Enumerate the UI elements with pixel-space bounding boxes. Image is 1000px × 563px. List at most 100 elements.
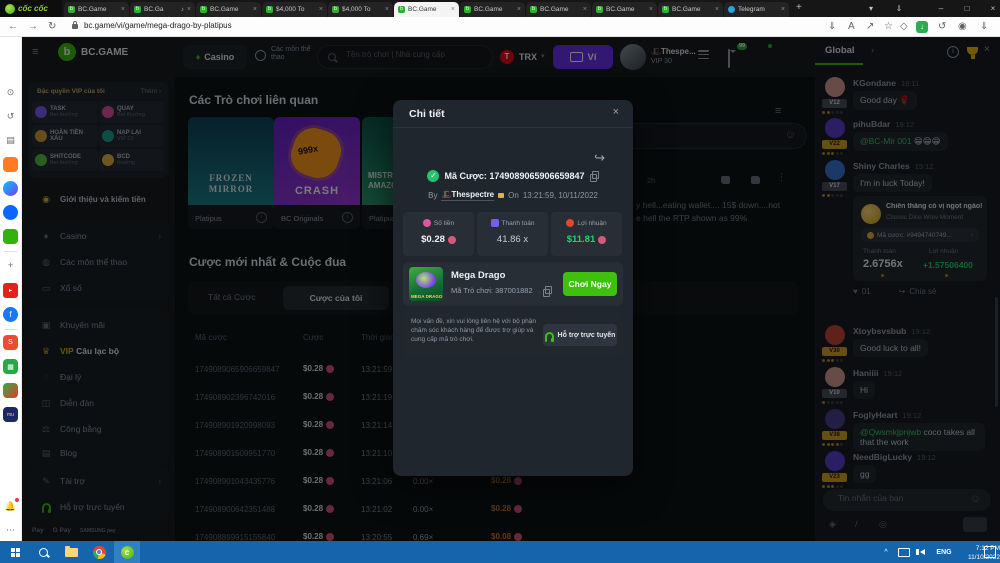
bet-author-row: By 🎩Thespectre On 13:21:59, 10/11/2022 — [393, 190, 633, 201]
modal-title: Chi tiết — [409, 108, 445, 120]
browser-tab[interactable]: bBC.Game× — [460, 2, 525, 17]
stat-amount: Số tiền $0.28 — [403, 212, 474, 256]
back-icon[interactable]: ← — [8, 20, 18, 34]
copy-icon[interactable] — [590, 171, 599, 181]
browser-tab[interactable]: bBC.Game× — [64, 2, 129, 17]
more-ellipsis-icon[interactable]: ⋯ — [3, 523, 18, 538]
coin-icon — [448, 236, 456, 244]
zalo-icon[interactable] — [3, 205, 18, 220]
tab-restore-icon[interactable]: ⇓ — [888, 0, 910, 17]
settings-gear-icon[interactable]: ⊙ — [3, 85, 18, 100]
volume-icon[interactable] — [914, 541, 930, 563]
coccoc-logo-icon — [5, 4, 15, 14]
bookmark-star-icon[interactable]: ☆ — [884, 20, 893, 34]
tab-close-icon[interactable]: × — [649, 6, 653, 13]
windows-taskbar: c ^ ENG 7:12 PM 11/10/2022 — [0, 541, 1000, 563]
browser-tab[interactable]: bBC.Game× — [592, 2, 657, 17]
browser-tab[interactable]: b$4,000 To× — [328, 2, 393, 17]
mu-app-icon[interactable]: mu — [3, 407, 18, 422]
modal-close-icon[interactable]: × — [613, 106, 619, 118]
sync-icon[interactable]: ↺ — [938, 20, 946, 34]
support-note: Mọi vấn đề, xin vui lòng liên hệ với bộ … — [403, 312, 623, 358]
window-minimize-button[interactable]: – — [930, 0, 952, 17]
window-maximize-button[interactable]: □ — [956, 0, 978, 17]
coccoc-taskbar-icon[interactable]: c — [114, 541, 140, 563]
games-gamepad-icon[interactable] — [3, 229, 18, 244]
bet-datetime: 13:21:59, 10/11/2022 — [523, 191, 598, 200]
game-id: Mã Trò chơi: 387001882 — [451, 286, 533, 295]
newsfeed-icon[interactable]: ▤ — [3, 133, 18, 148]
taskbar-search-icon[interactable] — [30, 541, 56, 563]
tab-close-icon[interactable]: × — [715, 6, 719, 13]
profile-icon[interactable]: ◉ — [958, 20, 967, 34]
browser-tab[interactable]: bBC.Game× — [526, 2, 591, 17]
bet-id-row: ✓ Mã Cược: 1749089065906659847 — [393, 170, 633, 182]
tab-close-icon[interactable]: × — [187, 6, 191, 13]
browser-tab[interactable]: bBC.Game× — [658, 2, 723, 17]
mega-drago-thumbnail[interactable]: MEGA DRAGO — [409, 267, 443, 301]
bcgame-favicon: b — [398, 6, 405, 13]
shopee-icon[interactable]: S — [3, 335, 18, 350]
divider — [393, 127, 633, 128]
start-button[interactable] — [2, 541, 28, 563]
window-close-button[interactable]: × — [982, 0, 1000, 17]
action-center-icon[interactable] — [982, 541, 998, 563]
share-icon[interactable]: ↗ — [866, 20, 874, 34]
tab-close-icon[interactable]: × — [451, 6, 455, 13]
language-indicator[interactable]: ENG — [932, 541, 956, 563]
tab-close-icon[interactable]: × — [121, 6, 125, 13]
facebook-icon[interactable]: f — [3, 307, 18, 322]
browser-tab-active[interactable]: bBC.Game× — [394, 2, 459, 17]
save-page-icon[interactable]: ⇓ — [828, 20, 836, 34]
browser-tab[interactable]: bBC.Ga♪× — [130, 2, 195, 17]
tab-close-icon[interactable]: × — [781, 6, 785, 13]
tab-audio-icon[interactable]: ♪ — [181, 7, 184, 13]
play-now-button[interactable]: Chơi Ngay — [563, 272, 617, 296]
history-icon[interactable]: ↺ — [3, 109, 18, 124]
downloads-tray-icon[interactable]: ⇓ — [980, 20, 988, 34]
add-shortcut-icon[interactable]: + — [3, 257, 18, 272]
adblock-shield-icon[interactable]: ◇ — [900, 20, 908, 34]
telegram-favicon — [728, 6, 735, 13]
share-arrow-icon[interactable]: ↪ — [594, 150, 605, 166]
tab-close-icon[interactable]: × — [385, 6, 389, 13]
tab-search-icon[interactable]: ▾ — [860, 0, 882, 17]
coccoc-download-icon[interactable]: ↓ — [916, 21, 928, 33]
coccoc-brand: cốc cốc — [0, 0, 62, 17]
bet-author-link[interactable]: 🎩Thespectre — [441, 190, 494, 201]
translate-icon[interactable]: A — [848, 20, 855, 34]
tab-close-icon[interactable]: × — [319, 6, 323, 13]
headset-icon — [545, 332, 554, 339]
live-support-button[interactable]: Hỗ trợ trực tuyến — [543, 324, 617, 346]
tab-close-icon[interactable]: × — [253, 6, 257, 13]
tab-close-icon[interactable]: × — [517, 6, 521, 13]
messenger-icon[interactable] — [3, 181, 18, 196]
chrome-icon[interactable] — [86, 541, 112, 563]
hot-flame-icon[interactable] — [3, 157, 18, 172]
tab-close-icon[interactable]: × — [583, 6, 587, 13]
forward-icon[interactable]: → — [28, 20, 38, 34]
coccoc-brand-label: cốc cốc — [18, 4, 48, 13]
stat-payout: Thanh toán 41.86 x — [477, 212, 548, 256]
notifications-bell-icon[interactable]: 🔔 — [3, 499, 18, 514]
store-app-icon[interactable]: ▦ — [3, 359, 18, 374]
file-explorer-icon[interactable] — [58, 541, 84, 563]
bet-id-value: 1749089065906659847 — [489, 171, 584, 181]
refresh-icon[interactable]: ↻ — [48, 20, 56, 34]
url-text[interactable]: bc.game/vi/game/mega-drago-by-platipus — [84, 21, 232, 30]
youtube-icon[interactable]: ▸ — [3, 283, 18, 298]
browser-tab[interactable]: Telegram× — [724, 2, 789, 17]
tray-expand-icon[interactable]: ^ — [878, 541, 894, 563]
copy-icon[interactable] — [543, 286, 552, 296]
bcgame-favicon: b — [662, 6, 669, 13]
payout-icon — [491, 219, 499, 227]
bcgame-favicon: b — [266, 6, 273, 13]
coin-icon — [598, 236, 606, 244]
new-tab-button[interactable]: + — [796, 2, 802, 13]
browser-tab[interactable]: b$4,000 To× — [262, 2, 327, 17]
promo-app-icon[interactable] — [3, 383, 18, 398]
bcgame-favicon: b — [134, 6, 141, 13]
browser-tab[interactable]: bBC.Game× — [196, 2, 261, 17]
network-icon[interactable] — [896, 541, 912, 563]
bcgame-app: ≡ b BC.GAME Đặc quyền VIP của tôi Thêm ›… — [22, 37, 1000, 541]
